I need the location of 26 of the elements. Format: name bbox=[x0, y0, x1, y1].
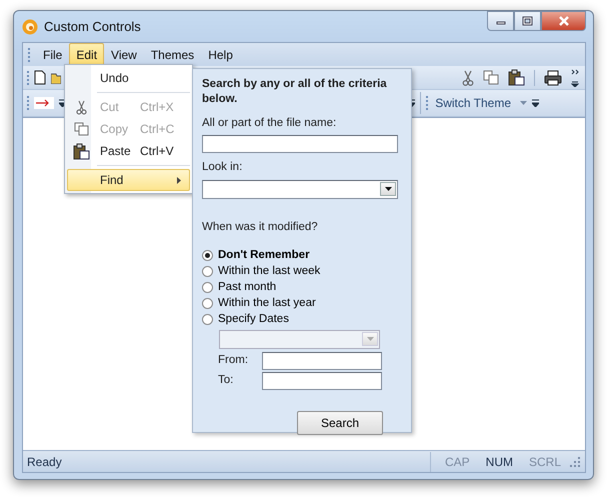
menu-item[interactable]: Help bbox=[201, 42, 240, 66]
panel-heading: Search by any or all of the criteria below. bbox=[202, 77, 388, 107]
search-button[interactable]: Search bbox=[297, 410, 383, 435]
field-label: All or part of the file name: bbox=[202, 116, 338, 131]
radio-option[interactable]: Don't Remember bbox=[202, 248, 310, 264]
field-label: From: bbox=[218, 353, 250, 368]
menu-item[interactable]: Paste Ctrl+V bbox=[67, 140, 190, 162]
field-label: To: bbox=[218, 373, 234, 388]
menu-item[interactable]: Themes bbox=[144, 42, 202, 66]
status-indicator: NUM bbox=[484, 454, 514, 470]
menu-item[interactable]: File bbox=[36, 42, 70, 66]
window-title: Custom Controls bbox=[44, 18, 141, 36]
switch-theme-dropdown[interactable]: Switch Theme bbox=[433, 91, 515, 115]
field-label: When was it modified? bbox=[202, 220, 319, 234]
field-label: Look in: bbox=[202, 160, 244, 176]
status-indicator: CAP bbox=[444, 454, 471, 470]
radio-option[interactable]: Specify Dates bbox=[202, 312, 289, 328]
menu-item[interactable]: Undo bbox=[67, 67, 190, 89]
radio-option[interactable]: Within the last year bbox=[202, 296, 316, 312]
menu-item[interactable]: View bbox=[104, 42, 144, 66]
menu-item[interactable]: Edit bbox=[69, 42, 104, 66]
status-text: Ready bbox=[27, 454, 62, 470]
radio-option[interactable]: Past month bbox=[202, 280, 276, 296]
radio-option[interactable]: Within the last week bbox=[202, 264, 320, 280]
menu-item[interactable]: Find bbox=[67, 169, 190, 191]
status-indicator: SCRL bbox=[528, 454, 562, 470]
